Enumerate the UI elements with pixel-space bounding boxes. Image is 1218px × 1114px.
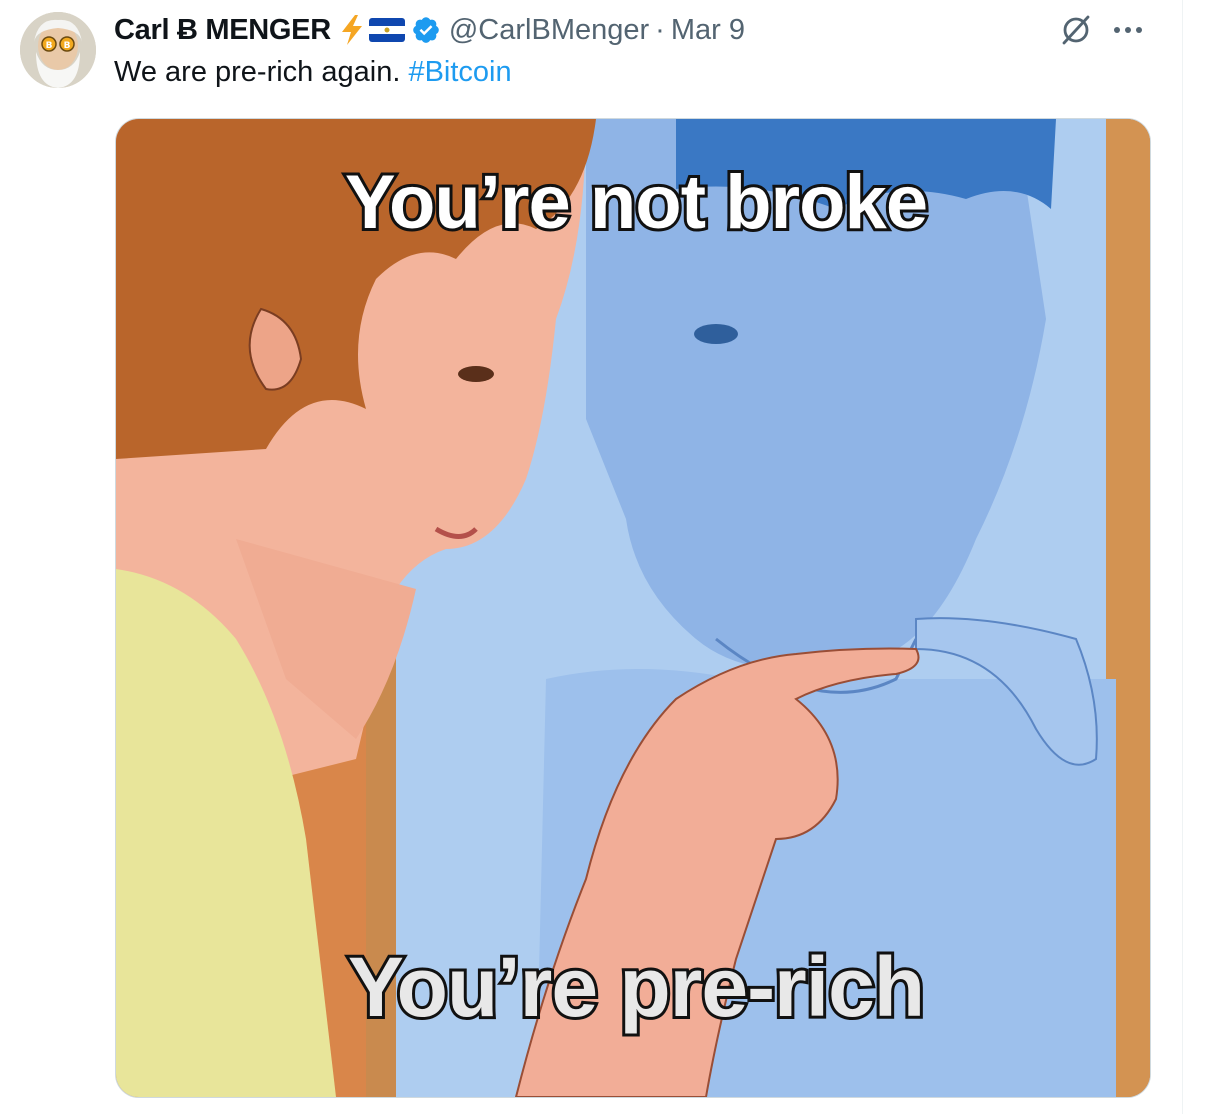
hashtag-link[interactable]: #Bitcoin (408, 56, 511, 88)
verified-badge-icon[interactable] (411, 15, 441, 45)
tweet-body-text: We are pre-rich again. (114, 56, 401, 88)
tweet-media-image[interactable]: You’re not broke You’re pre-rich (115, 118, 1151, 1098)
separator-dot: · (655, 13, 665, 46)
avatar-image: B B (20, 12, 96, 88)
tweet-header: Carl Ƀ MENGER @CarlBMenger · Mar 9 (114, 10, 745, 50)
author-handle[interactable]: @CarlBMenger (449, 14, 649, 47)
more-options-button[interactable] (1110, 14, 1146, 44)
lightning-emoji (339, 14, 365, 46)
grok-icon[interactable] (1058, 12, 1094, 48)
svg-text:B: B (46, 41, 53, 51)
meme-caption-bottom: You’re pre-rich (345, 937, 928, 1037)
avatar[interactable]: B B (20, 12, 96, 88)
tweet-text: We are pre-rich again. #Bitcoin (114, 56, 512, 89)
meme-caption-top: You’re not broke (342, 157, 931, 248)
timeline-divider (1182, 0, 1183, 1114)
author-name[interactable]: Carl Ƀ MENGER (114, 14, 331, 47)
tweet[interactable]: B B Carl Ƀ MENGER @CarlBMenger · Mar 9 W… (0, 0, 1182, 1114)
svg-text:B: B (64, 41, 71, 51)
more-icon (1114, 27, 1142, 33)
tweet-date[interactable]: Mar 9 (671, 14, 745, 47)
el-salvador-flag-emoji (368, 16, 405, 44)
